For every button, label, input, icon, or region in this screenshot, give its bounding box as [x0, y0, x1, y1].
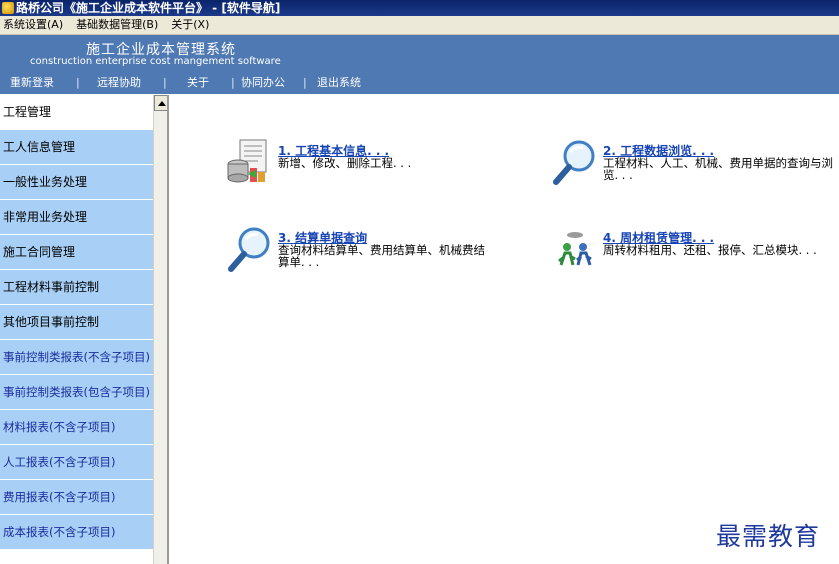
sidebar-item-contract-mgmt[interactable]: 施工合同管理 — [0, 235, 153, 270]
sidebar-item-material-report[interactable]: 材料报表(不含子项目) — [0, 410, 153, 445]
sidebar-item-material-precontrol[interactable]: 工程材料事前控制 — [0, 270, 153, 305]
card-data-browse[interactable]: 2. 工程数据浏览. . . 工程材料、人工、机械、费用单据的查询与浏览. . … — [551, 138, 836, 193]
banner: 施工企业成本管理系统 construction enterprise cost … — [0, 35, 839, 94]
nav-separator: | — [231, 76, 235, 89]
sidebar-item-cost-report[interactable]: 成本报表(不含子项目) — [0, 515, 153, 550]
sidebar-item-general-business[interactable]: 一般性业务处理 — [0, 165, 153, 200]
nav-separator: | — [163, 76, 167, 89]
card-description: 查询材料结算单、费用结算单、机械费结算单. . . — [278, 243, 485, 269]
sidebar-item-precontrol-report-excl[interactable]: 事前控制类报表(不含子项目) — [0, 340, 153, 375]
menu-system-settings[interactable]: 系统设置(A) — [3, 18, 63, 31]
card-description: 周转材料租用、还租、报停、汇总模块. . . — [603, 243, 817, 257]
scroll-up-arrow-icon[interactable] — [154, 95, 168, 111]
sidebar-item-expense-report[interactable]: 费用报表(不含子项目) — [0, 480, 153, 515]
menu-basic-data[interactable]: 基础数据管理(B) — [76, 18, 158, 31]
sidebar-scrollbar[interactable] — [153, 95, 168, 564]
nav-relogin[interactable]: 重新登录 — [10, 75, 54, 91]
panel-divider[interactable] — [167, 95, 169, 564]
title-bar: 路桥公司《施工企业成本软件平台》 - [软件导航] — [0, 0, 839, 16]
menu-bar: 系统设置(A) 基础数据管理(B) 关于(X) — [0, 16, 839, 35]
sidebar-item-worker-info[interactable]: 工人信息管理 — [0, 130, 153, 165]
system-subtitle: construction enterprise cost mangement s… — [30, 56, 281, 67]
sidebar-item-other-precontrol[interactable]: 其他项目事前控制 — [0, 305, 153, 340]
sidebar-item-precontrol-report-incl[interactable]: 事前控制类报表(包含子项目) — [0, 375, 153, 410]
window-title: 路桥公司《施工企业成本软件平台》 - [软件导航] — [16, 1, 281, 15]
watermark: 最需教育 — [716, 522, 821, 551]
card-settlement-query[interactable]: 3. 结算单据查询 查询材料结算单、费用结算单、机械费结算单. . . — [226, 225, 526, 280]
sidebar-item-labor-report[interactable]: 人工报表(不含子项目) — [0, 445, 153, 480]
nav-separator: | — [303, 76, 307, 89]
magnifier-icon — [228, 227, 270, 272]
nav-collab-office[interactable]: 协同办公 — [241, 75, 285, 91]
database-form-icon — [227, 139, 267, 183]
card-description: 工程材料、人工、机械、费用单据的查询与浏览. . . — [603, 156, 833, 182]
nav-about[interactable]: 关于 — [187, 75, 209, 91]
nav-separator: | — [76, 76, 80, 89]
menu-about[interactable]: 关于(X) — [171, 18, 209, 31]
card-description: 新增、修改、删除工程. . . — [278, 156, 412, 170]
nav-remote-assist[interactable]: 远程协助 — [97, 75, 141, 91]
card-project-info[interactable]: 1. 工程基本信息. . . 新增、修改、删除工程. . . — [226, 138, 526, 188]
magnifier-icon — [553, 140, 595, 185]
sidebar: 工程管理 工人信息管理 一般性业务处理 非常用业务处理 施工合同管理 工程材料事… — [0, 95, 153, 564]
sidebar-item-uncommon-business[interactable]: 非常用业务处理 — [0, 200, 153, 235]
card-rental-mgmt[interactable]: 4. 周材租赁管理. . . 周转材料租用、还租、报停、汇总模块. . . — [551, 225, 836, 275]
sidebar-item-project-mgmt[interactable]: 工程管理 — [0, 95, 153, 130]
nav-exit[interactable]: 退出系统 — [317, 75, 361, 91]
people-icon — [558, 232, 592, 266]
app-icon — [2, 2, 14, 14]
